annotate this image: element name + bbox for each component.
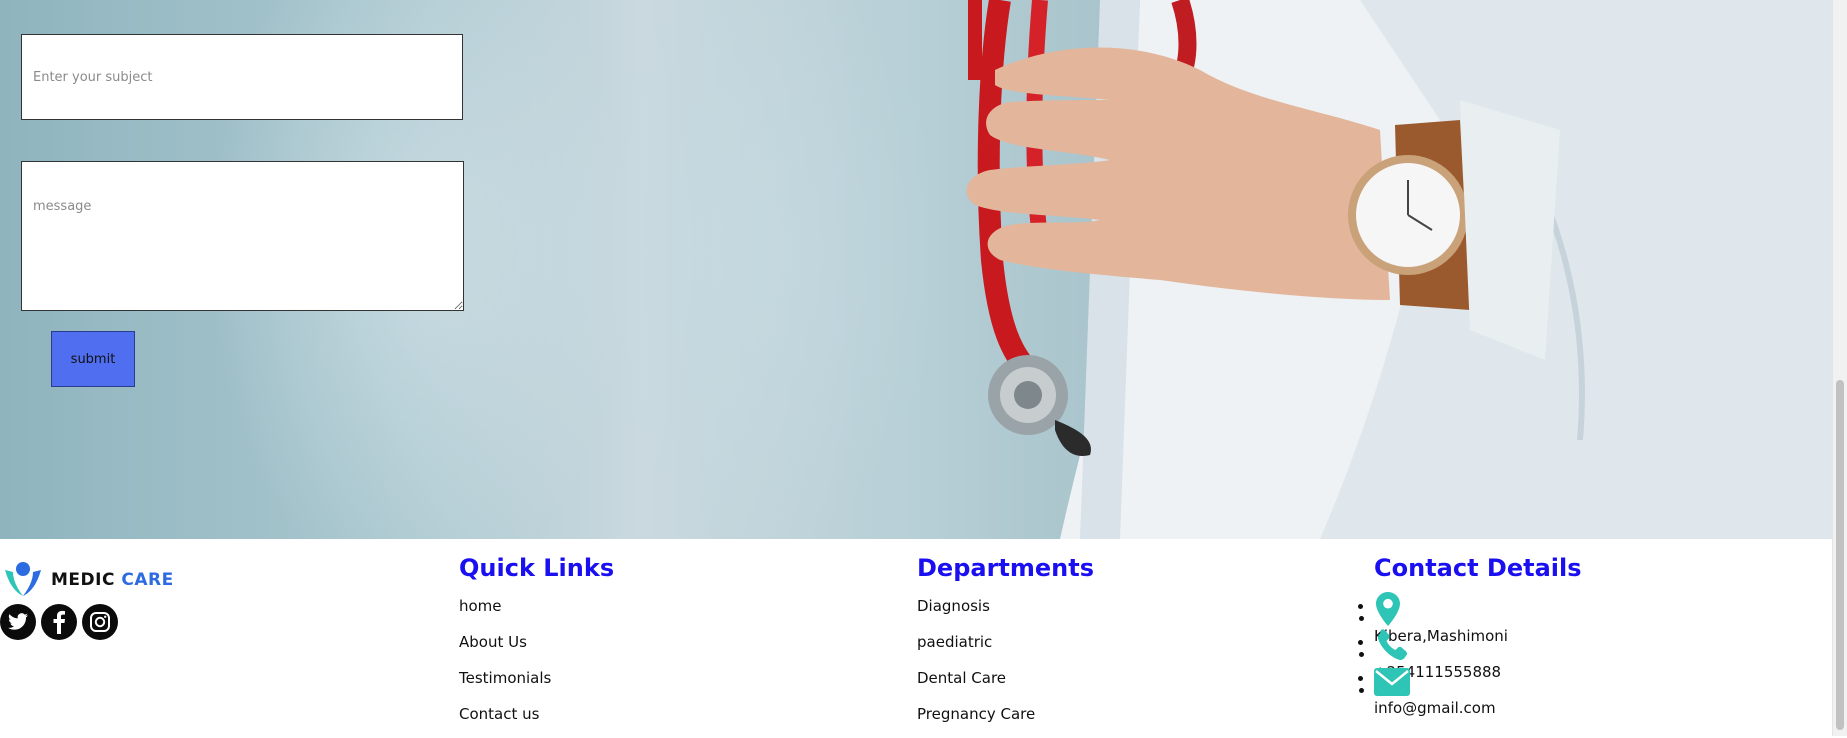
phone-icon[interactable]	[1374, 628, 1410, 662]
mail-icon[interactable]	[1374, 668, 1410, 696]
contact-details-heading: Contact Details	[1374, 554, 1582, 582]
departments-column: Departments Diagnosis paediatric Dental …	[917, 554, 1094, 738]
brand-name: MEDIC CARE	[51, 570, 174, 590]
scrollbar-thumb[interactable]	[1836, 380, 1844, 730]
list-bullet	[1359, 616, 1364, 621]
message-textarea[interactable]	[21, 161, 464, 311]
medic-care-logo-icon	[5, 562, 41, 596]
submit-button[interactable]: submit	[51, 331, 135, 387]
twitter-icon[interactable]	[0, 604, 36, 640]
brand-logo[interactable]: MEDIC CARE	[3, 560, 174, 600]
subject-input[interactable]	[21, 34, 463, 120]
contact-item-email: info@gmail.com	[1359, 666, 1582, 717]
social-links	[0, 604, 118, 640]
quick-links-heading: Quick Links	[459, 554, 615, 582]
hero-section: submit	[0, 0, 1833, 539]
contact-item-phone: +254111555888	[1359, 628, 1582, 681]
quick-link-about[interactable]: About Us	[459, 630, 614, 666]
footer: MEDIC CARE Quick Links home About Us Tes…	[0, 539, 1833, 736]
instagram-icon[interactable]	[82, 604, 118, 640]
departments-list: Diagnosis paediatric Dental Care Pregnan…	[917, 594, 1094, 738]
location-pin-icon	[1376, 592, 1400, 626]
contact-item-location: Kibera,Mashimoni	[1359, 592, 1582, 645]
contact-list: Kibera,Mashimoni +254111555888 info@gmai…	[1359, 592, 1582, 717]
brand-name-part1: MEDIC	[51, 570, 115, 590]
quick-link-testimonials[interactable]: Testimonials	[459, 666, 614, 702]
contact-email-text[interactable]: info@gmail.com	[1374, 696, 1496, 720]
brand-name-part2: CARE	[121, 570, 174, 590]
department-pregnancy-care[interactable]: Pregnancy Care	[917, 702, 1094, 738]
list-bullet	[1359, 688, 1364, 693]
facebook-icon[interactable]	[41, 604, 77, 640]
quick-links-list: home About Us Testimonials Contact us	[459, 594, 614, 738]
list-bullet	[1359, 652, 1364, 657]
quick-links-column: Quick Links home About Us Testimonials C…	[459, 554, 614, 738]
contact-details-column: Contact Details Kibera,Mashimoni +254111…	[1359, 554, 1582, 717]
quick-link-home[interactable]: home	[459, 594, 614, 630]
department-paediatric[interactable]: paediatric	[917, 630, 1094, 666]
department-diagnosis[interactable]: Diagnosis	[917, 594, 1094, 630]
quick-link-contact[interactable]: Contact us	[459, 702, 614, 738]
department-dental-care[interactable]: Dental Care	[917, 666, 1094, 702]
departments-heading: Departments	[917, 554, 1095, 582]
page-scrollbar[interactable]	[1832, 0, 1847, 736]
